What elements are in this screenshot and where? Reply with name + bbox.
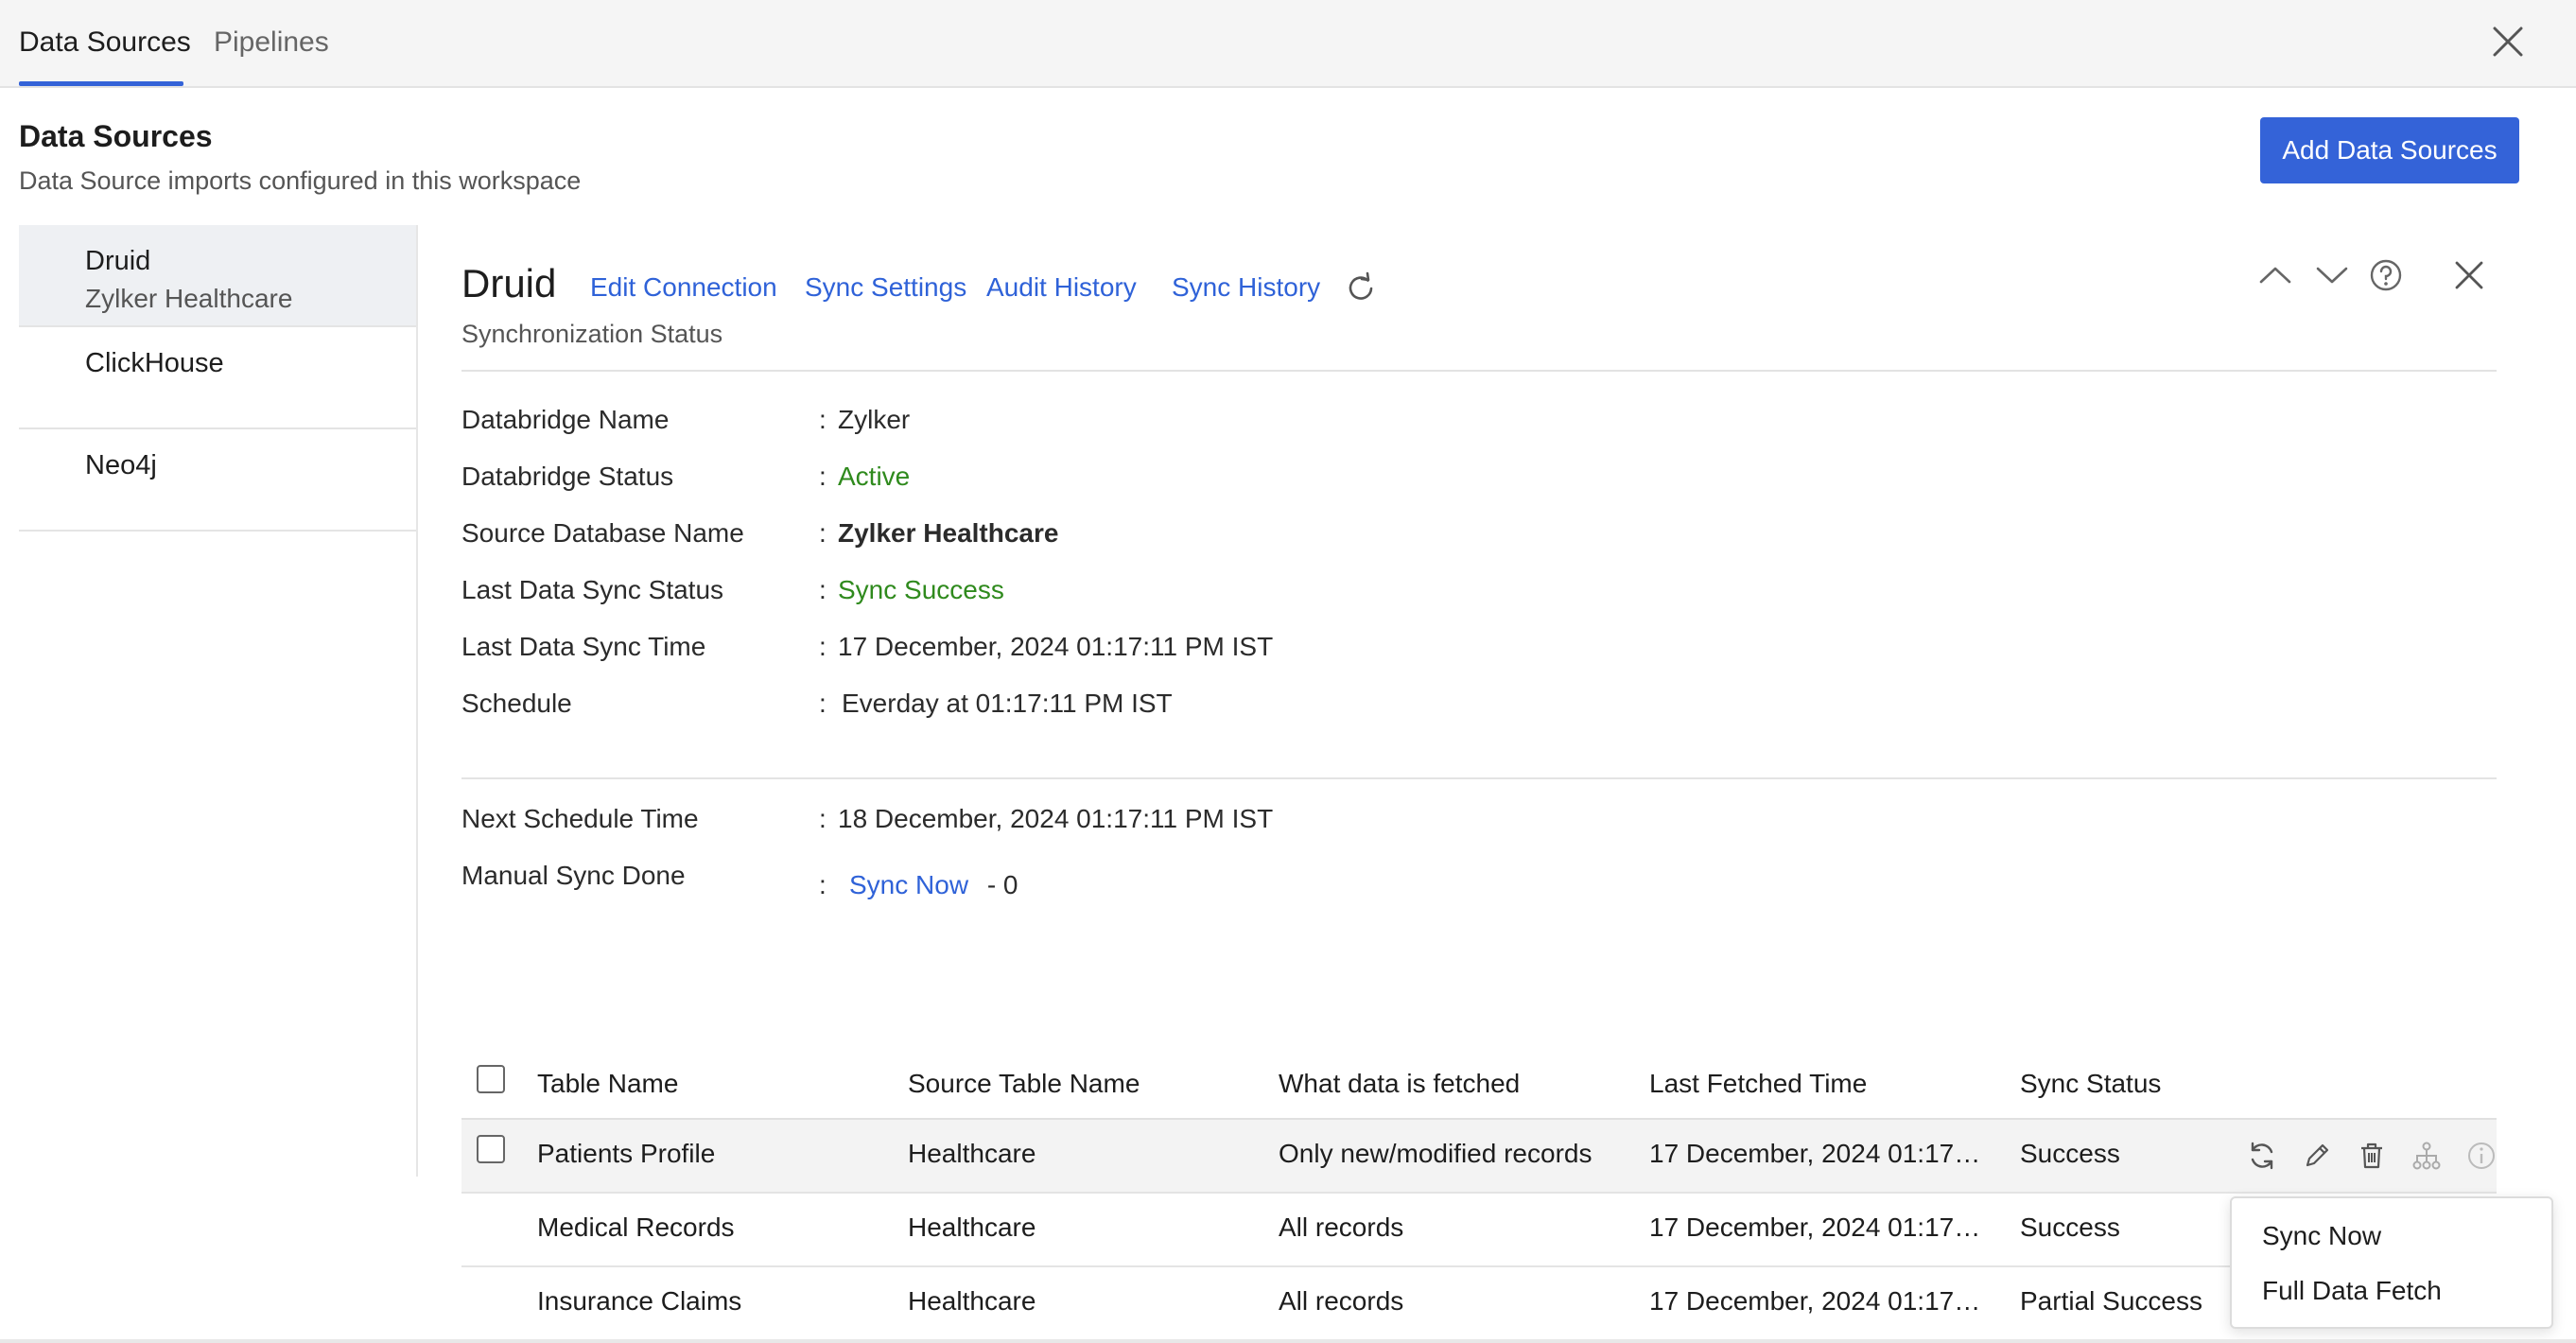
fetch-type-cell: Only new/modified records [1279, 1139, 1593, 1168]
source-item-clickhouse[interactable]: ClickHouse [19, 327, 416, 429]
close-icon[interactable] [2487, 21, 2529, 62]
field-colon: : [819, 575, 827, 604]
table-header: Table Name Source Table Name What data i… [461, 1050, 2497, 1120]
next-schedule-time-value: 18 December, 2024 01:17:11 PM IST [838, 804, 1274, 833]
delete-icon[interactable] [2355, 1139, 2389, 1173]
last-fetched-cell: 17 December, 2024 01:17:11 PM IST [1649, 1139, 1984, 1168]
active-tab-indicator [19, 81, 183, 86]
window-bottom-border [0, 1339, 2576, 1343]
column-header: Sync Status [2020, 1069, 2162, 1098]
menu-item-full-data-fetch[interactable]: Full Data Fetch [2262, 1276, 2442, 1306]
sync-settings-link[interactable]: Sync Settings [805, 272, 966, 303]
last-fetched-cell: 17 December, 2024 01:17:11 PM IST [1649, 1212, 1984, 1242]
fetch-type-cell: All records [1279, 1212, 1404, 1242]
divider [461, 370, 2497, 372]
info-icon[interactable] [2464, 1139, 2498, 1173]
field-colon: : [819, 804, 827, 833]
sync-now-link[interactable]: Sync Now [849, 870, 968, 899]
source-table-cell: Healthcare [908, 1212, 1036, 1242]
source-name: Neo4j [85, 450, 157, 480]
field-label: Source Database Name [461, 518, 744, 548]
page-subtitle: Data Source imports configured in this w… [19, 166, 582, 195]
fetch-type-cell: All records [1279, 1286, 1404, 1316]
source-table-cell: Healthcare [908, 1286, 1036, 1316]
databridge-name-value: Zylker [838, 405, 911, 434]
sync-status-cell: Success [2020, 1212, 2120, 1242]
field-label: Manual Sync Done [461, 861, 686, 890]
field-label: Databridge Name [461, 405, 670, 434]
source-table-cell: Healthcare [908, 1139, 1036, 1168]
data-source-list: Druid Zylker Healthcare ClickHouse Neo4j [19, 225, 418, 1177]
source-name: Druid [85, 246, 151, 276]
field-colon: : [819, 462, 827, 491]
table-name-cell: Patients Profile [537, 1139, 716, 1168]
sync-history-link[interactable]: Sync History [1172, 272, 1320, 303]
manual-sync-value: Sync Now - 0 [849, 870, 1018, 900]
field-colon: : [819, 689, 827, 718]
column-header: Source Table Name [908, 1069, 1140, 1098]
source-database-name-value: Zylker Healthcare [838, 518, 1059, 548]
sync-status-cell: Success [2020, 1139, 2120, 1168]
table-name-cell: Insurance Claims [537, 1286, 742, 1316]
table-name-cell: Medical Records [537, 1212, 735, 1242]
field-label: Next Schedule Time [461, 804, 699, 833]
field-label: Last Data Sync Time [461, 632, 706, 661]
refresh-icon[interactable] [1343, 270, 1379, 306]
hierarchy-icon[interactable] [2410, 1139, 2444, 1173]
tab-pipelines[interactable]: Pipelines [214, 26, 329, 59]
chevron-up-icon[interactable] [2255, 255, 2295, 295]
field-colon: : [819, 405, 827, 434]
page-title: Data Sources [19, 119, 213, 153]
menu-item-sync-now[interactable]: Sync Now [2262, 1221, 2381, 1251]
column-header: What data is fetched [1279, 1069, 1521, 1098]
row-checkbox[interactable] [477, 1135, 505, 1163]
edit-icon[interactable] [2300, 1139, 2334, 1173]
tab-data-sources[interactable]: Data Sources [19, 26, 191, 59]
last-sync-time-value: 17 December, 2024 01:17:11 PM IST [838, 632, 1274, 661]
column-header: Last Fetched Time [1649, 1069, 1868, 1098]
divider [461, 777, 2497, 779]
field-colon: : [819, 632, 827, 661]
source-subtitle: Zylker Healthcare [85, 284, 293, 313]
sync-status-cell: Partial Success [2020, 1286, 2202, 1316]
source-name: ClickHouse [85, 348, 224, 378]
field-label: Schedule [461, 689, 572, 718]
top-tab-bar: Data Sources Pipelines [0, 0, 2576, 88]
field-colon: : [819, 870, 827, 899]
field-label: Databridge Status [461, 462, 674, 491]
audit-history-link[interactable]: Audit History [986, 272, 1137, 303]
edit-connection-link[interactable]: Edit Connection [590, 272, 777, 303]
sync-options-menu: Sync Now Full Data Fetch [2230, 1196, 2553, 1329]
table-row[interactable]: Medical Records Healthcare All records 1… [461, 1194, 2497, 1267]
help-icon[interactable] [2366, 255, 2406, 295]
table-row[interactable]: Patients Profile Healthcare Only new/mod… [461, 1120, 2497, 1194]
schedule-value: Everday at 01:17:11 PM IST [842, 689, 1173, 718]
detail-title: Druid [461, 261, 557, 305]
select-all-checkbox[interactable] [477, 1065, 505, 1093]
field-colon: : [819, 518, 827, 548]
chevron-down-icon[interactable] [2312, 255, 2352, 295]
synchronization-status-label: Synchronization Status [461, 320, 723, 348]
source-item-druid[interactable]: Druid Zylker Healthcare [19, 225, 416, 327]
source-item-neo4j[interactable]: Neo4j [19, 429, 416, 532]
last-sync-status-value: Sync Success [838, 575, 1004, 604]
manual-sync-count: - 0 [986, 870, 1018, 899]
add-data-sources-button[interactable]: Add Data Sources [2260, 117, 2519, 183]
sync-icon[interactable] [2245, 1139, 2279, 1173]
table-row[interactable]: Insurance Claims Healthcare All records … [461, 1267, 2497, 1339]
last-fetched-cell: 17 December, 2024 01:17:11 PM IST [1649, 1286, 1984, 1316]
databridge-status-value: Active [838, 462, 911, 491]
close-icon[interactable] [2449, 255, 2489, 295]
column-header: Table Name [537, 1069, 679, 1098]
field-label: Last Data Sync Status [461, 575, 724, 604]
